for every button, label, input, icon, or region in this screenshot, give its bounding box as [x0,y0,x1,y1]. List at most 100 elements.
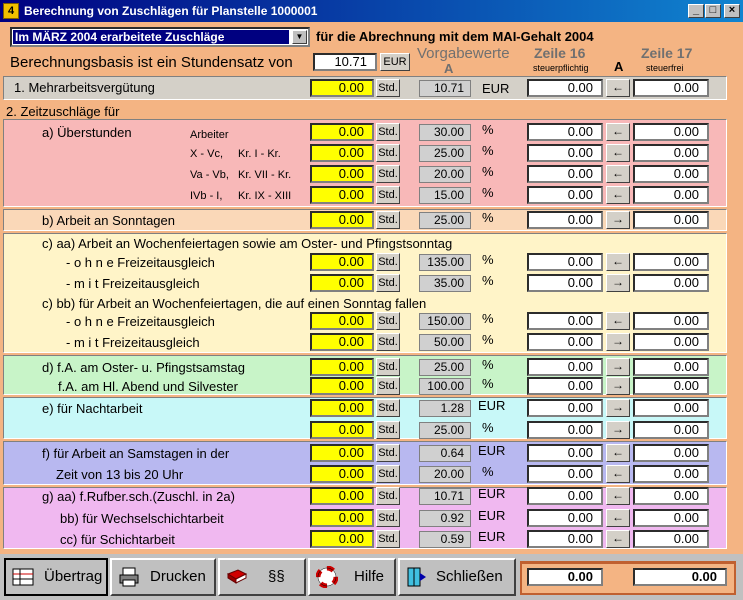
row-z16-field[interactable]: 0.00 [527,123,603,141]
row-hours-field[interactable]: 0.00 [310,211,374,229]
row-std-button[interactable]: Std. [376,421,400,439]
hilfe-button[interactable]: Hilfe [308,558,396,596]
row-arrow-button[interactable]: → [606,421,630,439]
row-hours-field[interactable]: 0.00 [310,421,374,439]
row-std-button[interactable]: Std. [376,377,400,395]
row-z16-field[interactable]: 0.00 [527,211,603,229]
row-arrow-button[interactable]: → [606,358,630,376]
row-z17-field[interactable]: 0.00 [633,123,709,141]
row-arrow-button[interactable]: → [606,333,630,351]
row-arrow-button[interactable]: → [606,377,630,395]
row-std-button[interactable]: Std. [376,312,400,330]
row-hours-field[interactable]: 0.00 [310,165,374,183]
row-hours-field[interactable]: 0.00 [310,358,374,376]
row-hours-field[interactable]: 0.00 [310,274,374,292]
row-z17-field[interactable]: 0.00 [633,444,709,462]
section1-arrow-button[interactable]: ← [606,79,630,97]
row-std-button[interactable]: Std. [376,509,400,527]
row-z16-field[interactable]: 0.00 [527,274,603,292]
section1-hours[interactable]: 0.00 [310,79,374,97]
section1-std-button[interactable]: Std. [376,79,400,97]
row-z16-field[interactable]: 0.00 [527,333,603,351]
row-z17-field[interactable]: 0.00 [633,487,709,505]
minimize-button[interactable]: _ [688,4,704,18]
row-z16-field[interactable]: 0.00 [527,253,603,271]
row-z16-field[interactable]: 0.00 [527,530,603,548]
row-z16-field[interactable]: 0.00 [527,186,603,204]
row-z17-field[interactable]: 0.00 [633,377,709,395]
row-z17-field[interactable]: 0.00 [633,509,709,527]
row-arrow-button[interactable]: → [606,211,630,229]
section1-z16[interactable]: 0.00 [527,79,603,97]
row-hours-field[interactable]: 0.00 [310,465,374,483]
row-std-button[interactable]: Std. [376,186,400,204]
chevron-down-icon[interactable]: ▼ [292,30,307,44]
row-z17-field[interactable]: 0.00 [633,211,709,229]
row-z17-field[interactable]: 0.00 [633,358,709,376]
row-hours-field[interactable]: 0.00 [310,253,374,271]
row-z16-field[interactable]: 0.00 [527,312,603,330]
row-z16-field[interactable]: 0.00 [527,358,603,376]
close-button[interactable]: × [724,4,740,18]
row-arrow-button[interactable]: ← [606,312,630,330]
row-std-button[interactable]: Std. [376,358,400,376]
row-z17-field[interactable]: 0.00 [633,421,709,439]
row-arrow-button[interactable]: ← [606,253,630,271]
paragraphs-button[interactable]: §§ [218,558,306,596]
row-arrow-button[interactable]: ← [606,487,630,505]
uebertrag-button[interactable]: Übertrag [4,558,108,596]
row-arrow-button[interactable]: ← [606,509,630,527]
row-std-button[interactable]: Std. [376,530,400,548]
drucken-button[interactable]: Drucken [110,558,216,596]
row-hours-field[interactable]: 0.00 [310,399,374,417]
row-z17-field[interactable]: 0.00 [633,186,709,204]
row-std-button[interactable]: Std. [376,333,400,351]
row-arrow-button[interactable]: ← [606,186,630,204]
row-arrow-button[interactable]: ← [606,465,630,483]
row-hours-field[interactable]: 0.00 [310,487,374,505]
row-z16-field[interactable]: 0.00 [527,421,603,439]
row-std-button[interactable]: Std. [376,165,400,183]
row-hours-field[interactable]: 0.00 [310,530,374,548]
period-select[interactable]: Im MÄRZ 2004 erarbeitete Zuschläge ▼ [10,27,310,47]
row-hours-field[interactable]: 0.00 [310,444,374,462]
row-z17-field[interactable]: 0.00 [633,253,709,271]
row-arrow-button[interactable]: ← [606,165,630,183]
row-arrow-button[interactable]: → [606,274,630,292]
row-z17-field[interactable]: 0.00 [633,530,709,548]
row-z17-field[interactable]: 0.00 [633,333,709,351]
row-hours-field[interactable]: 0.00 [310,144,374,162]
row-arrow-button[interactable]: ← [606,144,630,162]
row-std-button[interactable]: Std. [376,274,400,292]
row-arrow-button[interactable]: → [606,399,630,417]
basis-unit-button[interactable]: EUR [380,53,410,71]
row-z16-field[interactable]: 0.00 [527,377,603,395]
row-z16-field[interactable]: 0.00 [527,144,603,162]
row-z16-field[interactable]: 0.00 [527,399,603,417]
row-hours-field[interactable]: 0.00 [310,509,374,527]
row-z16-field[interactable]: 0.00 [527,509,603,527]
row-hours-field[interactable]: 0.00 [310,333,374,351]
row-hours-field[interactable]: 0.00 [310,312,374,330]
row-z17-field[interactable]: 0.00 [633,399,709,417]
row-hours-field[interactable]: 0.00 [310,377,374,395]
row-std-button[interactable]: Std. [376,487,400,505]
row-hours-field[interactable]: 0.00 [310,123,374,141]
section1-z17[interactable]: 0.00 [633,79,709,97]
row-std-button[interactable]: Std. [376,444,400,462]
row-z17-field[interactable]: 0.00 [633,274,709,292]
row-std-button[interactable]: Std. [376,465,400,483]
row-std-button[interactable]: Std. [376,144,400,162]
row-std-button[interactable]: Std. [376,211,400,229]
row-z17-field[interactable]: 0.00 [633,144,709,162]
row-std-button[interactable]: Std. [376,123,400,141]
schliessen-button[interactable]: Schließen [398,558,516,596]
maximize-button[interactable]: □ [705,4,721,18]
row-z17-field[interactable]: 0.00 [633,465,709,483]
row-arrow-button[interactable]: ← [606,123,630,141]
row-z17-field[interactable]: 0.00 [633,165,709,183]
row-hours-field[interactable]: 0.00 [310,186,374,204]
row-arrow-button[interactable]: ← [606,530,630,548]
row-std-button[interactable]: Std. [376,399,400,417]
row-z16-field[interactable]: 0.00 [527,444,603,462]
